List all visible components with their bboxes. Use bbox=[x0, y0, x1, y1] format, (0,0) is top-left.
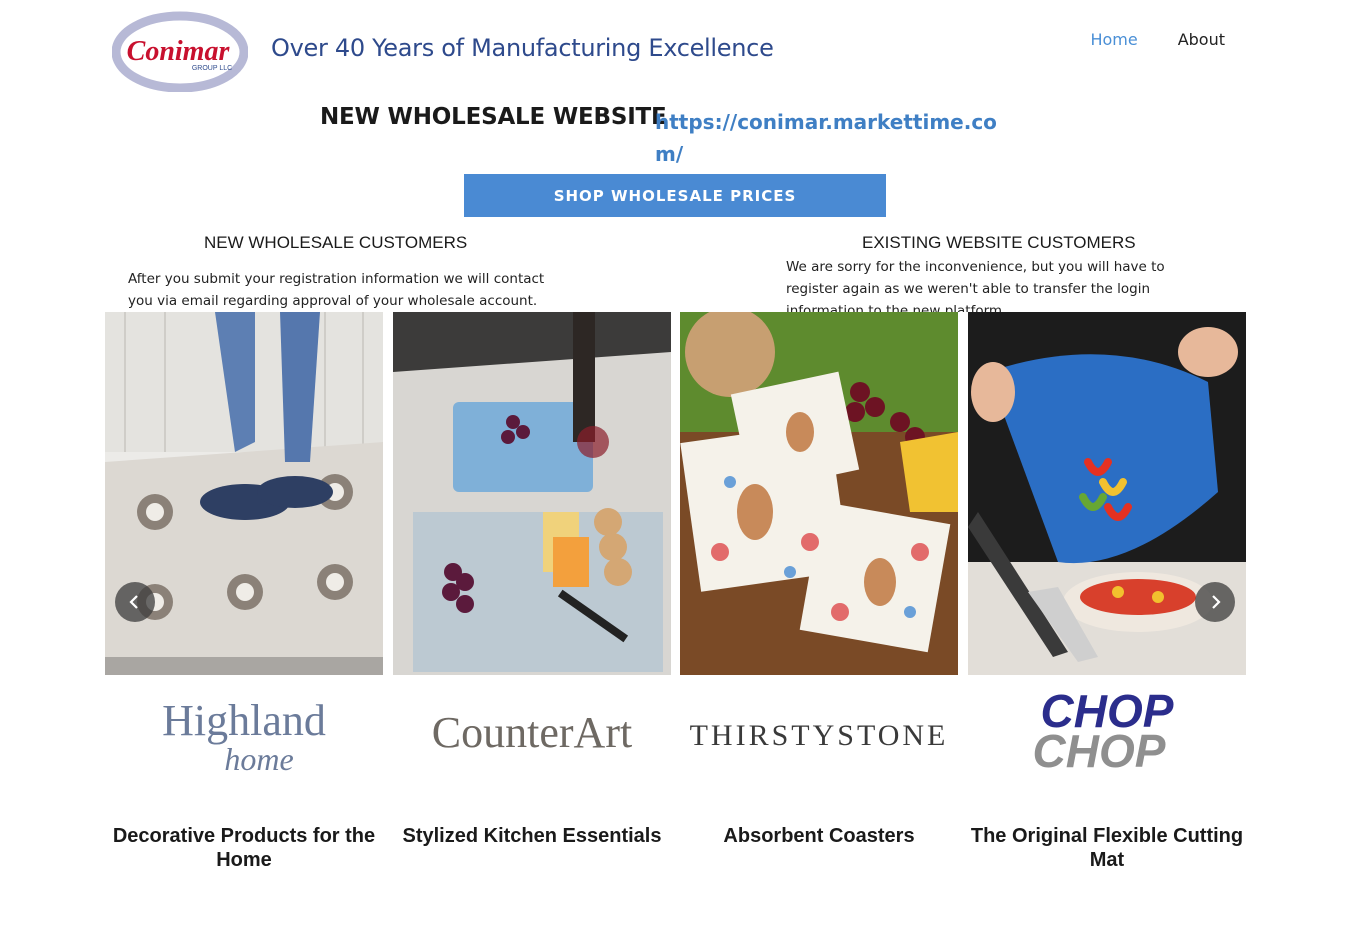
card-caption: Decorative Products for the Home bbox=[112, 825, 376, 871]
brand-carousel: Highland home Decorative Products for th… bbox=[105, 312, 1246, 912]
main-nav: Home About bbox=[1090, 30, 1225, 49]
svg-text:home: home bbox=[224, 741, 293, 777]
card-caption: The Original Flexible Cutting Mat bbox=[970, 825, 1244, 871]
svg-text:Highland: Highland bbox=[162, 696, 326, 745]
product-photo-cutting-mat[interactable] bbox=[968, 312, 1246, 675]
new-customers-heading: NEW WHOLESALE CUSTOMERS bbox=[204, 233, 468, 252]
logo-text: Conimar bbox=[127, 36, 231, 67]
brand-logo-counterart[interactable]: CounterArt bbox=[393, 680, 671, 790]
conimar-logo[interactable]: Conimar GROUP LLC bbox=[112, 8, 248, 92]
new-customers-text: After you submit your registration infor… bbox=[128, 271, 545, 309]
wholesale-title: NEW WHOLESALE WEBSITE bbox=[320, 104, 667, 130]
card-caption: Stylized Kitchen Essentials bbox=[402, 825, 662, 847]
product-photo-floor-mat[interactable] bbox=[105, 312, 383, 675]
card-caption: Absorbent Coasters bbox=[723, 825, 915, 847]
existing-customers-text: We are sorry for the inconvenience, but … bbox=[786, 259, 1165, 312]
carousel-next-button[interactable] bbox=[1195, 582, 1235, 622]
nav-about[interactable]: About bbox=[1178, 30, 1225, 49]
brand-logo-highland-home[interactable]: Highland home bbox=[105, 680, 383, 790]
product-photo-cheese-board[interactable] bbox=[393, 312, 671, 675]
site-header: Conimar GROUP LLC Over 40 Years of Manuf… bbox=[0, 0, 1350, 95]
chevron-left-icon bbox=[129, 595, 138, 609]
brand-logo-chop-chop[interactable]: CHOP CHOP bbox=[968, 680, 1246, 790]
shop-wholesale-button[interactable]: SHOP WHOLESALE PRICES bbox=[464, 174, 886, 217]
svg-text:THIRSTYSTONE: THIRSTYSTONE bbox=[690, 719, 949, 752]
svg-text:CHOP: CHOP bbox=[1033, 725, 1166, 777]
svg-text:CounterArt: CounterArt bbox=[432, 708, 632, 757]
existing-customers-heading: EXISTING WEBSITE CUSTOMERS bbox=[862, 233, 1136, 252]
tagline: Over 40 Years of Manufacturing Excellenc… bbox=[271, 34, 774, 62]
chevron-right-icon bbox=[1212, 595, 1221, 609]
carousel-prev-button[interactable] bbox=[115, 582, 155, 622]
nav-home[interactable]: Home bbox=[1090, 30, 1137, 49]
wholesale-link[interactable]: https://conimar.markettime.com/ bbox=[655, 106, 1005, 170]
product-photo-coasters[interactable] bbox=[680, 312, 958, 675]
svg-text:GROUP LLC: GROUP LLC bbox=[192, 65, 232, 72]
brand-logo-thirstystone[interactable]: THIRSTYSTONE bbox=[680, 680, 958, 790]
